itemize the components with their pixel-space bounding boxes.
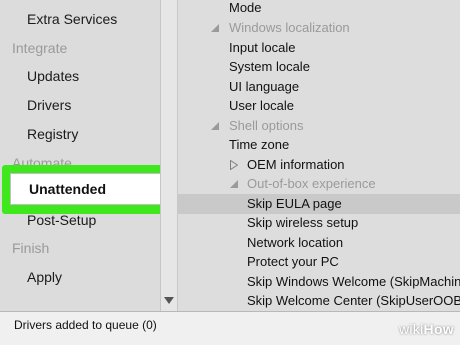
- tree-item-time-zone[interactable]: Time zone: [178, 135, 460, 155]
- tree-item-skip-eula-page[interactable]: Skip EULA page: [178, 194, 460, 214]
- sidebar-item-updates[interactable]: Updates: [0, 62, 160, 90]
- sidebar: Extra Services Integrate Updates Drivers…: [0, 0, 176, 311]
- tree-item-skip-wireless-setup[interactable]: Skip wireless setup: [178, 213, 460, 233]
- tree-item-label: Skip EULA page: [247, 196, 342, 211]
- tree-item-label: OEM information: [247, 157, 345, 172]
- expanded-triangle-icon[interactable]: [228, 174, 240, 194]
- watermark-how: How: [423, 321, 454, 337]
- tree-item-label: Input locale: [229, 40, 296, 55]
- sidebar-section-integrate: Integrate: [12, 40, 68, 56]
- scroll-down-arrow-icon[interactable]: [161, 293, 177, 307]
- tree-item-label: Skip Welcome Center (SkipUserOOBE): [247, 293, 460, 308]
- sidebar-item-registry[interactable]: Registry: [0, 120, 160, 148]
- tree-item-network-location[interactable]: Network location: [178, 233, 460, 253]
- tree-item-ui-language[interactable]: UI language: [178, 77, 460, 97]
- tree-group-label: Shell options: [229, 118, 304, 133]
- sidebar-section-finish: Finish: [12, 240, 50, 256]
- sidebar-scrollbar[interactable]: [160, 0, 177, 311]
- tree-group-label: Windows localization: [229, 20, 350, 35]
- status-text: Drivers added to queue (0): [14, 318, 157, 332]
- tree-item-label: Network location: [247, 235, 344, 250]
- sidebar-item-extra-services[interactable]: Extra Services: [0, 5, 160, 33]
- tree-item-oem-information[interactable]: OEM information: [178, 155, 460, 175]
- collapsed-triangle-icon[interactable]: [228, 155, 240, 175]
- tree-item-label: System locale: [229, 59, 310, 74]
- tree-item-label: Skip Windows Welcome (SkipMachineOOBE): [247, 274, 460, 289]
- tree-item-label: Skip wireless setup: [247, 215, 359, 230]
- status-bar: Drivers added to queue (0) wikiHow: [0, 311, 460, 345]
- expanded-triangle-icon[interactable]: [209, 18, 221, 38]
- tree-group-shell-options[interactable]: Shell options: [178, 116, 460, 136]
- tree-item-skip-welcome-center[interactable]: Skip Welcome Center (SkipUserOOBE): [178, 291, 460, 311]
- tree-item-mode[interactable]: Mode: [178, 0, 460, 18]
- tree-group-out-of-box-experience[interactable]: Out-of-box experience: [178, 174, 460, 194]
- tree-item-user-locale[interactable]: User locale: [178, 96, 460, 116]
- tree-item-skip-windows-welcome[interactable]: Skip Windows Welcome (SkipMachineOOBE): [178, 272, 460, 292]
- sidebar-item-apply[interactable]: Apply: [0, 263, 160, 291]
- tree-item-system-locale[interactable]: System locale: [178, 57, 460, 77]
- expanded-triangle-icon[interactable]: [209, 116, 221, 136]
- tree-group-windows-localization[interactable]: Windows localization: [178, 18, 460, 38]
- wikihow-watermark: wikiHow: [399, 316, 454, 342]
- tree-item-label: Protect your PC: [247, 254, 339, 269]
- tree-item-label: User locale: [229, 98, 295, 113]
- tree-group-label: Out-of-box experience: [247, 176, 376, 191]
- sidebar-item-drivers[interactable]: Drivers: [0, 91, 160, 119]
- options-tree: Mode Windows localization Input locale S…: [177, 0, 460, 311]
- sidebar-item-post-setup[interactable]: Post-Setup: [0, 206, 160, 234]
- tree-item-input-locale[interactable]: Input locale: [178, 38, 460, 58]
- tree-item-label: UI language: [229, 79, 300, 94]
- watermark-wiki: wiki: [399, 321, 424, 337]
- tree-item-protect-your-pc[interactable]: Protect your PC: [178, 252, 460, 272]
- tree-item-label: Time zone: [229, 137, 290, 152]
- sidebar-item-unattended[interactable]: Unattended: [10, 173, 163, 205]
- tree-item-label: Mode: [229, 0, 262, 15]
